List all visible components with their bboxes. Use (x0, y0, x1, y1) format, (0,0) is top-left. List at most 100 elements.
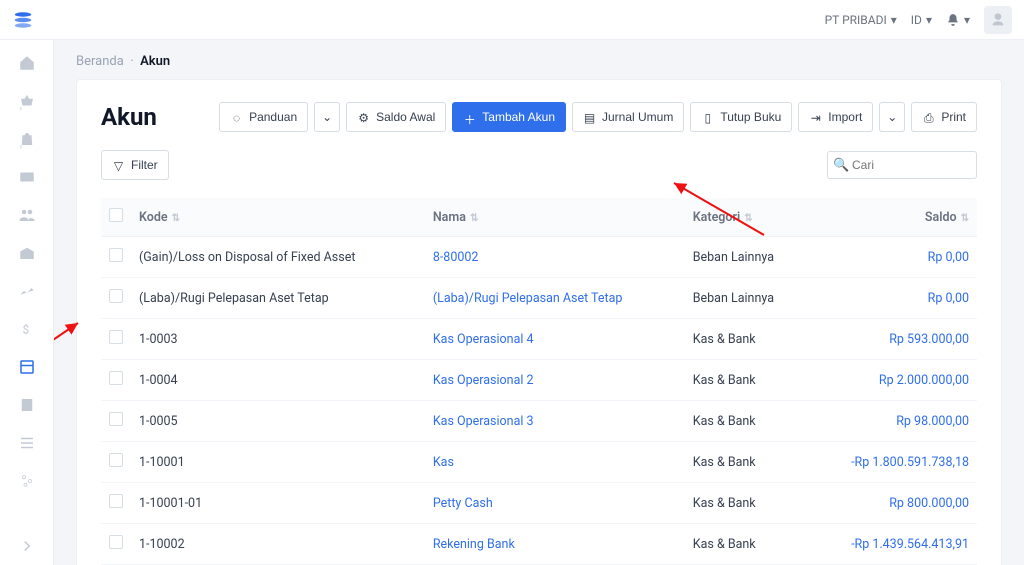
cell-nama[interactable]: Rekening Bank (425, 524, 685, 565)
svg-text:$: $ (22, 323, 29, 337)
nav-other[interactable] (18, 434, 36, 452)
cell-kategori: Kas & Bank (685, 483, 808, 524)
select-all-checkbox[interactable] (109, 208, 123, 222)
import-dropdown[interactable]: ⌄ (879, 102, 905, 132)
app-logo[interactable] (12, 9, 34, 31)
col-kategori[interactable]: Kategori⇅ (685, 198, 808, 237)
cell-saldo: Rp 2.000.000,00 (808, 360, 977, 401)
ledger-icon (18, 358, 36, 376)
users-icon (18, 206, 36, 224)
sort-icon: ⇅ (744, 213, 752, 224)
top-right: PT PRIBADI ▾ ID ▾ ▾ (825, 6, 1012, 34)
table-row: (Laba)/Rugi Pelepasan Aset Tetap(Laba)/R… (101, 278, 977, 319)
chevron-down-icon: ▾ (926, 13, 932, 27)
help-icon: ◌ (230, 111, 243, 124)
cell-saldo: Rp 0,00 (808, 278, 977, 319)
print-button[interactable]: ⎙Print (911, 102, 977, 132)
import-button[interactable]: ⇥Import (798, 102, 873, 132)
cell-saldo: Rp 800.000,00 (808, 483, 977, 524)
table-row: 1-0004Kas Operasional 2Kas & BankRp 2.00… (101, 360, 977, 401)
book-icon: ▯ (701, 111, 714, 124)
filter-icon: ▽ (112, 159, 125, 172)
nav-reports[interactable] (18, 282, 36, 300)
cell-saldo: -Rp 1.439.564.413,91 (808, 524, 977, 565)
language-switcher[interactable]: ID ▾ (911, 13, 932, 27)
panduan-dropdown[interactable]: ⌄ (314, 102, 340, 132)
saldo-awal-button[interactable]: ⚙Saldo Awal (346, 102, 446, 132)
col-nama[interactable]: Nama⇅ (425, 198, 685, 237)
col-kode[interactable]: Kode⇅ (131, 198, 425, 237)
nav-sales[interactable]: › (18, 92, 36, 110)
cell-saldo: Rp 593.000,00 (808, 319, 977, 360)
jurnal-umum-button[interactable]: ▤Jurnal Umum (572, 102, 684, 132)
accounts-table: Kode⇅ Nama⇅ Kategori⇅ Saldo⇅ (Gain)/Loss… (101, 198, 977, 565)
row-checkbox[interactable] (109, 330, 123, 344)
table-row: 1-0003Kas Operasional 4Kas & BankRp 593.… (101, 319, 977, 360)
cell-nama[interactable]: Petty Cash (425, 483, 685, 524)
search-input[interactable] (827, 151, 977, 179)
col-saldo[interactable]: Saldo⇅ (808, 198, 977, 237)
table-row: 1-10001KasKas & Bank-Rp 1.800.591.738,18 (101, 442, 977, 483)
company-switcher[interactable]: PT PRIBADI ▾ (825, 13, 897, 27)
cell-nama[interactable]: Kas Operasional 2 (425, 360, 685, 401)
topbar: PT PRIBADI ▾ ID ▾ ▾ (0, 0, 1024, 40)
rail-expand[interactable] (18, 537, 36, 555)
breadcrumb-root[interactable]: Beranda (76, 54, 124, 69)
row-checkbox[interactable] (109, 412, 123, 426)
table-row: (Gain)/Loss on Disposal of Fixed Asset8-… (101, 237, 977, 278)
nav-accounts[interactable] (18, 358, 36, 376)
table-row: 1-10002Rekening BankKas & Bank-Rp 1.439.… (101, 524, 977, 565)
cell-kode: 1-10001-01 (131, 483, 425, 524)
breadcrumb: Beranda · Akun (54, 40, 1024, 79)
nav-inventory[interactable] (18, 244, 36, 262)
nav-purchase[interactable]: › (18, 130, 36, 148)
user-icon (990, 12, 1006, 28)
tambah-akun-button[interactable]: ＋Tambah Akun (452, 102, 566, 132)
nav-cash[interactable]: $ (18, 320, 36, 338)
row-checkbox[interactable] (109, 289, 123, 303)
table-row: 1-10001-01Petty CashKas & BankRp 800.000… (101, 483, 977, 524)
cell-kode: 1-10001 (131, 442, 425, 483)
nav-assets[interactable] (18, 396, 36, 414)
print-icon: ⎙ (922, 111, 935, 124)
sort-icon: ⇅ (961, 213, 969, 224)
row-checkbox[interactable] (109, 453, 123, 467)
company-name: PT PRIBADI (825, 13, 887, 27)
tutup-buku-button[interactable]: ▯Tutup Buku (690, 102, 792, 132)
import-icon: ⇥ (809, 111, 822, 124)
row-checkbox[interactable] (109, 535, 123, 549)
panduan-button[interactable]: ◌Panduan (219, 102, 308, 132)
nav-home[interactable] (18, 54, 36, 72)
table-header-row: Kode⇅ Nama⇅ Kategori⇅ Saldo⇅ (101, 198, 977, 237)
row-checkbox[interactable] (109, 371, 123, 385)
chevron-down-icon: ▾ (891, 13, 897, 27)
side-rail: › › $ (0, 40, 54, 565)
cell-nama[interactable]: 8-80002 (425, 237, 685, 278)
cell-nama[interactable]: Kas Operasional 3 (425, 401, 685, 442)
nav-contacts[interactable] (18, 206, 36, 224)
filter-button[interactable]: ▽Filter (101, 150, 169, 180)
chart-icon (18, 282, 36, 300)
cell-kode: (Gain)/Loss on Disposal of Fixed Asset (131, 237, 425, 278)
cell-nama[interactable]: Kas Operasional 4 (425, 319, 685, 360)
sort-icon: ⇅ (172, 213, 180, 224)
row-checkbox[interactable] (109, 494, 123, 508)
row-checkbox[interactable] (109, 248, 123, 262)
plus-icon: ＋ (463, 111, 476, 124)
cell-kategori: Beban Lainnya (685, 278, 808, 319)
page-title: Akun (101, 103, 157, 131)
search-icon: 🔍 (833, 158, 849, 173)
bell-icon (946, 13, 960, 27)
nav-expenses[interactable] (18, 168, 36, 186)
chevron-down-icon: ⌄ (887, 110, 897, 124)
gear-icon: ⚙ (357, 111, 370, 124)
chevron-down-icon: ⌄ (322, 110, 332, 124)
nav-settings[interactable] (18, 472, 36, 490)
notifications-button[interactable]: ▾ (946, 13, 970, 27)
cell-nama[interactable]: (Laba)/Rugi Pelepasan Aset Tetap (425, 278, 685, 319)
building-icon (18, 396, 36, 414)
cell-kategori: Kas & Bank (685, 524, 808, 565)
cell-nama[interactable]: Kas (425, 442, 685, 483)
sub-toolbar: ▽Filter 🔍 (101, 150, 977, 180)
user-avatar[interactable] (984, 6, 1012, 34)
